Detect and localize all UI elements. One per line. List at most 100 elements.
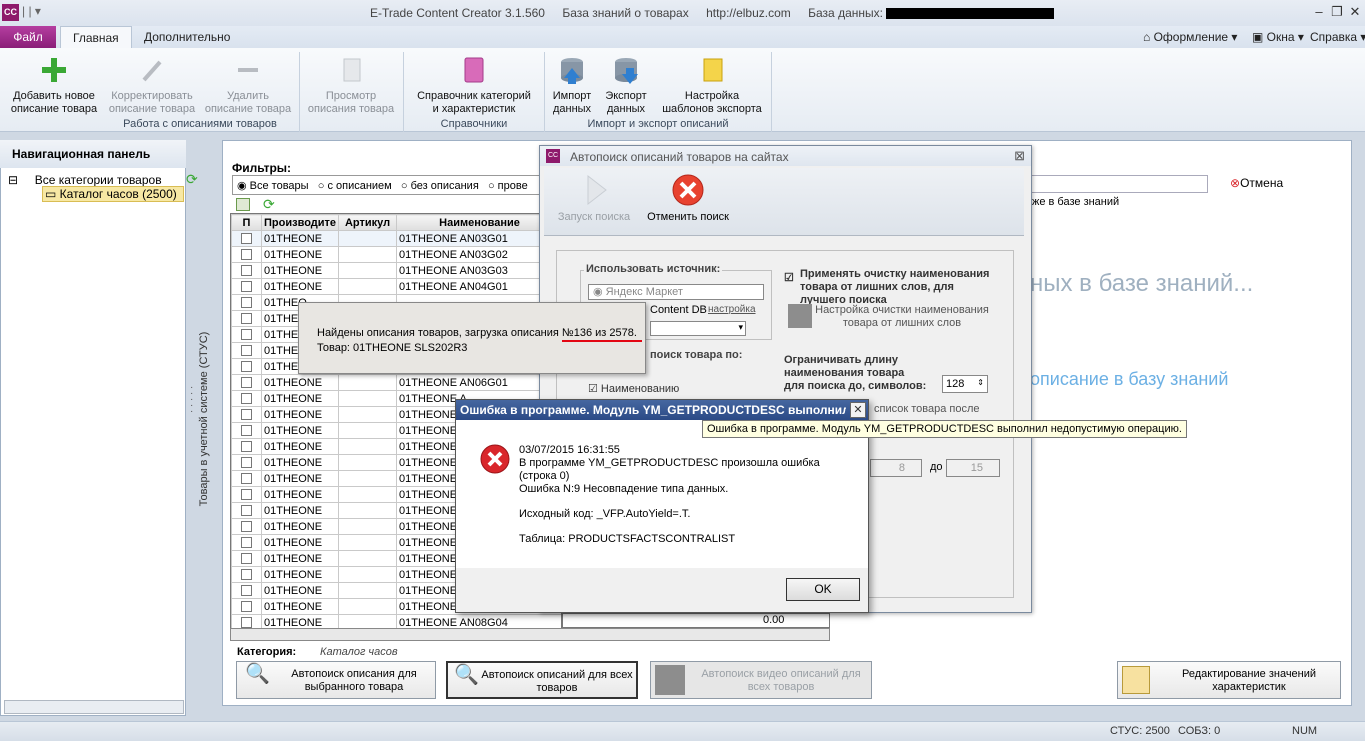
row-checkbox[interactable]	[231, 406, 262, 423]
delete-description-button[interactable]: Удалить описание товара	[200, 52, 296, 116]
search-by-label: поиск товара по:	[650, 349, 743, 361]
import-data-button[interactable]: Импорт данных	[546, 52, 598, 116]
filter-without-desc-radio[interactable]: ○ без описания	[401, 180, 479, 192]
manufacturer-cell: 01THEONE	[260, 454, 340, 471]
maximize-button[interactable]: ❐	[1328, 3, 1346, 21]
dialog-close-icon[interactable]: ⊠	[1014, 148, 1025, 164]
table-row[interactable]: 01THEONE 01THEONE AN04G01	[231, 278, 561, 295]
row-checkbox[interactable]	[231, 470, 262, 487]
row-checkbox[interactable]	[231, 294, 262, 311]
row-checkbox[interactable]	[231, 246, 262, 263]
error-footer: OK	[456, 568, 868, 612]
row-checkbox[interactable]	[231, 582, 262, 599]
progress-product-text: Товар: 01THEONE SLS202R3	[317, 342, 468, 354]
note-icon	[696, 54, 728, 86]
autosearch-all-button[interactable]: 🔍 Автопоиск описаний для всех товаров	[446, 661, 638, 699]
filter-radio-group: ◉ Все товары ○ с описанием ○ без описани…	[232, 175, 542, 195]
help-menu[interactable]: Справка ▾	[1310, 30, 1365, 44]
tab-home[interactable]: Главная	[60, 26, 132, 48]
view-description-button[interactable]: Просмотр описания товара	[302, 52, 400, 116]
edit-characteristics-button[interactable]: Редактирование значений характеристик	[1117, 661, 1341, 699]
row-checkbox[interactable]	[231, 326, 262, 343]
add-description-button[interactable]: Добавить новое описание товара	[6, 52, 102, 116]
categories-reference-button[interactable]: Справочник категорий и характеристик	[406, 52, 542, 116]
clean-setup-button[interactable]: Настройка очистки наименования товара от …	[812, 304, 992, 330]
apply-clean-checkbox[interactable]: ☑ Применять очистку наименования товара …	[784, 268, 989, 307]
name-length-spinner[interactable]: 128 ⇕	[942, 375, 988, 393]
clean-setup-icon[interactable]	[788, 304, 812, 328]
column-header[interactable]: Артикул	[338, 214, 398, 231]
nav-horizontal-scrollbar[interactable]	[4, 700, 184, 714]
ribbon-group-references: Справочники	[440, 118, 508, 130]
article-cell	[338, 278, 398, 295]
range-to-spinner[interactable]: 15	[946, 459, 1000, 477]
error-close-button[interactable]: ✕	[850, 402, 866, 418]
style-menu[interactable]: ⌂ Оформление ▾	[1143, 30, 1237, 44]
table-row[interactable]: 01THEONE 01THEONE AN03G03	[231, 262, 561, 279]
row-checkbox[interactable]	[231, 230, 262, 247]
export-data-button[interactable]: Экспорт данных	[600, 52, 652, 116]
start-search-button[interactable]: Запуск поиска	[554, 172, 634, 223]
filter-with-desc-radio[interactable]: ○ с описанием	[318, 180, 392, 192]
row-checkbox[interactable]	[231, 422, 262, 439]
export-grid-icon[interactable]	[236, 198, 250, 211]
minimize-button[interactable]: –	[1310, 3, 1328, 21]
article-cell	[338, 598, 398, 615]
row-checkbox[interactable]	[231, 502, 262, 519]
filter-check-radio[interactable]: ○ прове	[488, 180, 528, 192]
autosearch-video-button[interactable]: Автопоиск видео описаний для всех товаров	[650, 661, 872, 699]
quick-access-toolbar[interactable]: | | ▾	[22, 4, 41, 18]
row-checkbox[interactable]	[231, 342, 262, 359]
manufacturer-cell: 01THEONE	[260, 566, 340, 583]
column-header[interactable]: Наименование	[396, 214, 561, 231]
search-input[interactable]	[1030, 175, 1208, 193]
refresh-icon[interactable]: ⟳	[186, 171, 198, 188]
column-header[interactable]: Производите	[260, 214, 340, 231]
content-db-select[interactable]: ▾	[650, 321, 746, 336]
row-checkbox[interactable]	[231, 598, 262, 615]
ok-button[interactable]: OK	[786, 578, 860, 601]
cancel-autosearch-button[interactable]: Отменить поиск	[640, 172, 736, 223]
row-checkbox[interactable]	[231, 518, 262, 535]
search-by-name-checkbox[interactable]: ☑ Наименованию	[588, 382, 679, 395]
tree-item-watch-catalog[interactable]: ▭ Каталог часов (2500)	[42, 186, 184, 202]
windows-menu[interactable]: ▣ Окна ▾	[1252, 30, 1304, 44]
row-checkbox[interactable]	[231, 566, 262, 583]
row-checkbox[interactable]	[231, 550, 262, 567]
column-header[interactable]: П	[231, 214, 262, 231]
close-button[interactable]: ✕	[1346, 3, 1364, 21]
range-from-spinner[interactable]: 8	[870, 459, 922, 477]
tab-file[interactable]: Файл	[0, 26, 56, 48]
content-db-setup-link[interactable]: настройка	[708, 304, 756, 315]
export-templates-button[interactable]: Настройка шаблонов экспорта	[656, 52, 768, 116]
row-checkbox[interactable]	[231, 534, 262, 551]
row-checkbox[interactable]	[231, 438, 262, 455]
cancel-search-button[interactable]: ⊗Отмена	[1230, 176, 1283, 190]
yandex-source-radio[interactable]: ◉ Яндекс Маркет	[588, 284, 764, 300]
row-checkbox[interactable]	[231, 278, 262, 295]
tree-root[interactable]: ⊟ Все категории товаров	[8, 173, 162, 187]
tab-additional[interactable]: Дополнительно	[132, 26, 242, 48]
edit-description-button[interactable]: Корректировать описание товара	[104, 52, 200, 116]
article-cell	[338, 454, 398, 471]
navigation-panel-header: Навигационная панель	[0, 140, 186, 168]
table-row[interactable]: 01THEONE 01THEONE AN06G01	[231, 374, 561, 391]
row-checkbox[interactable]	[231, 310, 262, 327]
row-checkbox[interactable]	[231, 390, 262, 407]
grid-horizontal-scrollbar[interactable]	[230, 628, 830, 641]
error-dialog-title: Ошибка в программе. Модуль YM_GETPRODUCT…	[456, 400, 868, 420]
filter-all-radio[interactable]: ◉ Все товары	[237, 180, 309, 192]
row-checkbox[interactable]	[231, 358, 262, 375]
add-to-kb-link[interactable]: описание в базу знаний	[1030, 369, 1228, 390]
grid-refresh-icon[interactable]: ⟳	[263, 196, 275, 213]
manufacturer-cell: 01THEONE	[260, 486, 340, 503]
autosearch-selected-button[interactable]: 🔍 Автопоиск описания для выбранного товар…	[236, 661, 436, 699]
row-checkbox[interactable]	[231, 262, 262, 279]
manufacturer-cell: 01THEONE	[260, 550, 340, 567]
table-row[interactable]: 01THEONE 01THEONE AN03G01	[231, 230, 561, 247]
manufacturer-cell: 01THEONE	[260, 390, 340, 407]
row-checkbox[interactable]	[231, 486, 262, 503]
row-checkbox[interactable]	[231, 454, 262, 471]
row-checkbox[interactable]	[231, 374, 262, 391]
table-row[interactable]: 01THEONE 01THEONE AN03G02	[231, 246, 561, 263]
